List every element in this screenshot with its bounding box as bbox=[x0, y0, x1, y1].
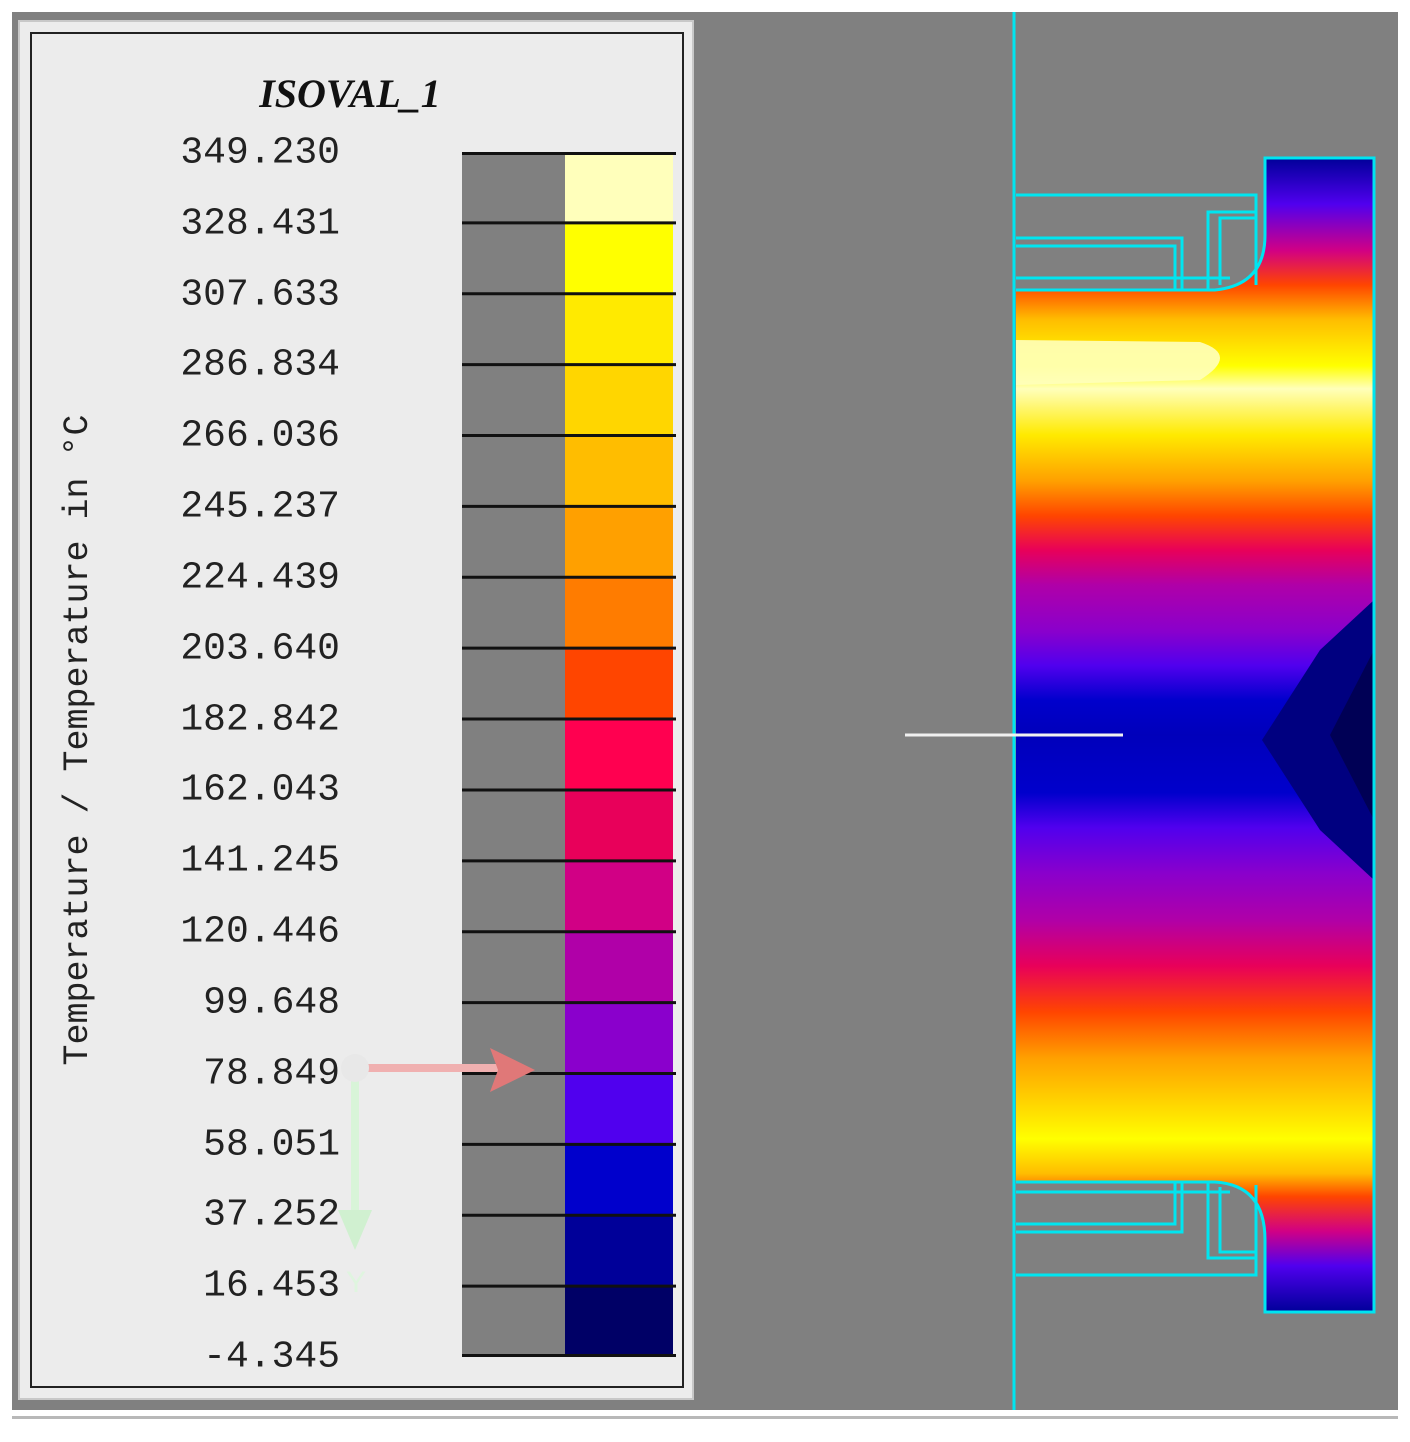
legend-tick-label: 37.252 bbox=[203, 1193, 340, 1237]
color-band bbox=[565, 931, 673, 1004]
triad-y-arrow-icon bbox=[338, 1210, 372, 1250]
legend-tick-label: 58.051 bbox=[203, 1123, 340, 1167]
color-band bbox=[565, 860, 673, 933]
legend-tick-label: 182.842 bbox=[180, 698, 340, 742]
color-band bbox=[565, 293, 673, 366]
color-band bbox=[565, 648, 673, 720]
color-band bbox=[565, 152, 673, 224]
color-band bbox=[565, 1073, 673, 1145]
legend-title: ISOVAL_1 bbox=[259, 71, 441, 116]
color-band bbox=[565, 789, 673, 862]
axis-triad[interactable]: Y bbox=[330, 1030, 550, 1310]
color-band bbox=[565, 435, 673, 507]
triad-origin bbox=[341, 1054, 369, 1082]
legend-tick-label: 328.431 bbox=[180, 202, 340, 246]
triad-y-label: Y bbox=[346, 1266, 366, 1299]
color-band bbox=[565, 1286, 673, 1357]
legend-tick-label: 99.648 bbox=[203, 981, 340, 1025]
legend-tick-label: 245.237 bbox=[180, 485, 340, 529]
legend-tick-label: 286.834 bbox=[180, 343, 340, 387]
color-band bbox=[565, 1215, 673, 1287]
color-band bbox=[565, 1144, 673, 1216]
color-band bbox=[565, 577, 673, 649]
color-band bbox=[565, 1002, 673, 1074]
color-band bbox=[565, 364, 673, 437]
legend-tick-label: 162.043 bbox=[180, 768, 340, 812]
legend-tick-label: 349.230 bbox=[180, 131, 340, 175]
legend-tick-label: 141.245 bbox=[180, 839, 340, 883]
hot-zone-top bbox=[1016, 340, 1220, 385]
color-band bbox=[565, 222, 673, 295]
legend-tick-label: -4.345 bbox=[203, 1335, 340, 1379]
legend-tick-label: 224.439 bbox=[180, 556, 340, 600]
legend-tick-label: 307.633 bbox=[180, 273, 340, 317]
color-band bbox=[565, 506, 673, 578]
legend-tick-label: 203.640 bbox=[180, 627, 340, 671]
legend-tick-label: 120.446 bbox=[180, 910, 340, 954]
legend-tick-label: 78.849 bbox=[203, 1052, 340, 1096]
color-band bbox=[565, 719, 673, 791]
legend-tick-label: 16.453 bbox=[203, 1264, 340, 1308]
legend-tick-label: 266.036 bbox=[180, 414, 340, 458]
fem-result-view: ISOVAL_1 Temperature / Temperature in °C… bbox=[0, 0, 1410, 1442]
